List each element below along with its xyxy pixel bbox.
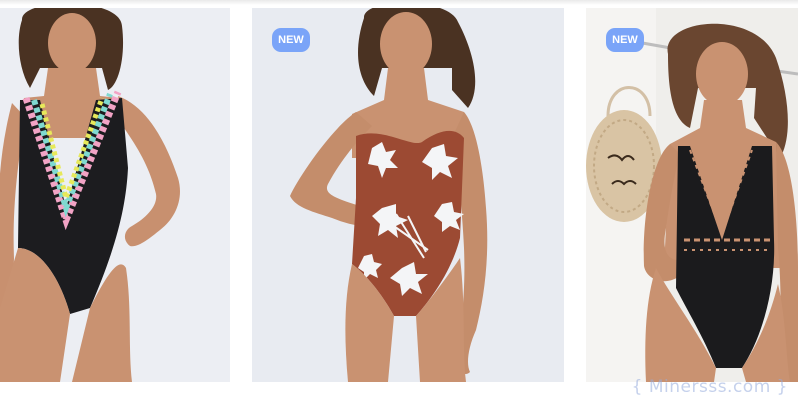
new-badge: NEW (272, 28, 310, 52)
product-card-2[interactable]: NEW (252, 8, 564, 382)
watermark: { Minersss.com } (631, 377, 788, 397)
new-badge: NEW (606, 28, 644, 52)
product-image-floral-bandeau-swimsuit[interactable] (252, 8, 564, 382)
product-card-3[interactable]: NEW (586, 8, 798, 382)
product-image-black-lace-up-swimsuit[interactable] (586, 8, 798, 382)
product-card-1[interactable] (0, 8, 230, 382)
product-image-black-pompom-swimsuit[interactable] (0, 8, 230, 382)
top-divider (0, 0, 798, 5)
